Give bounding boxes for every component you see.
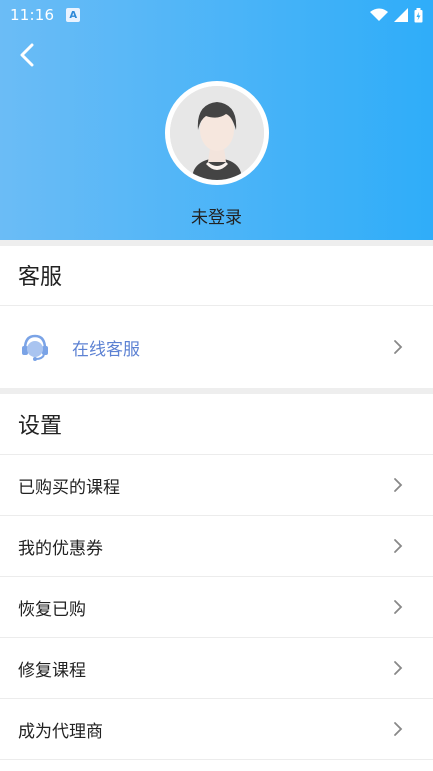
section-divider — [0, 240, 433, 246]
status-time: 11:16 — [10, 6, 55, 24]
default-avatar-icon — [170, 86, 264, 180]
battery-icon — [414, 7, 423, 22]
online-service-row[interactable]: 在线客服 — [0, 305, 433, 388]
chevron-right-icon — [394, 478, 403, 492]
login-status-label[interactable]: 未登录 — [0, 203, 433, 228]
profile-header: 11:16 A 未登录 — [0, 0, 433, 240]
settings-item-coupons[interactable]: 我的优惠券 — [0, 515, 433, 576]
bottom-divider — [0, 759, 433, 760]
settings-item-repair-courses[interactable]: 修复课程 — [0, 637, 433, 698]
settings-item-label: 成为代理商 — [18, 721, 103, 742]
status-left: 11:16 A — [10, 6, 81, 24]
chevron-right-icon — [394, 340, 403, 354]
chevron-right-icon — [394, 539, 403, 553]
settings-item-label: 已购买的课程 — [18, 477, 120, 498]
settings-item-label: 我的优惠券 — [18, 538, 103, 559]
signal-icon — [394, 8, 408, 22]
section-divider — [0, 388, 433, 394]
settings-section-title: 设置 — [18, 414, 63, 439]
back-button[interactable] — [16, 42, 38, 68]
status-bar: 11:16 A — [0, 0, 433, 30]
online-service-label: 在线客服 — [72, 339, 140, 360]
wifi-icon — [370, 8, 388, 21]
settings-item-become-agent[interactable]: 成为代理商 — [0, 698, 433, 759]
settings-item-restore-purchases[interactable]: 恢复已购 — [0, 576, 433, 637]
chevron-right-icon — [394, 661, 403, 675]
settings-item-label: 恢复已购 — [18, 599, 86, 620]
status-right — [370, 7, 423, 23]
chevron-right-icon — [394, 600, 403, 614]
notification-icon: A — [66, 8, 81, 22]
settings-item-label: 修复课程 — [18, 660, 86, 681]
customer-service-section-title: 客服 — [18, 265, 63, 290]
avatar[interactable] — [165, 81, 269, 185]
headset-icon — [22, 334, 48, 361]
back-arrow-icon — [20, 43, 34, 67]
chevron-right-icon — [394, 722, 403, 736]
settings-item-purchased-courses[interactable]: 已购买的课程 — [0, 454, 433, 515]
